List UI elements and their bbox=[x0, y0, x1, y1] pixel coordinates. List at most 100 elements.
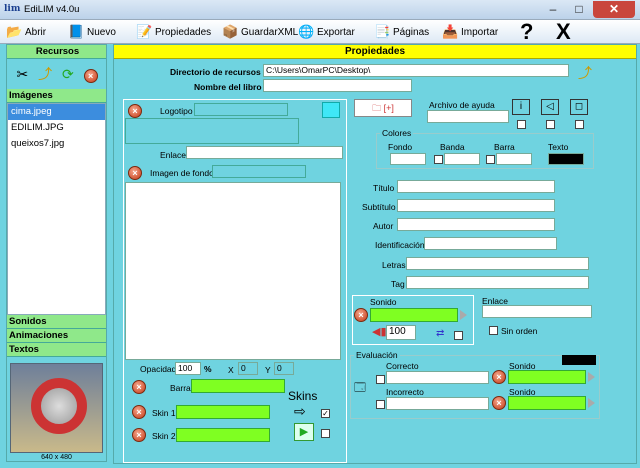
sound-play-icon[interactable] bbox=[460, 310, 467, 320]
incorrect-sound-remove-button[interactable]: × bbox=[492, 396, 506, 410]
arrow-right-icon[interactable]: ⇨ bbox=[294, 403, 306, 420]
speaker-icon[interactable]: ◁ bbox=[541, 99, 559, 115]
logo-preview-area bbox=[125, 118, 299, 144]
correct-sound-play-icon[interactable] bbox=[588, 372, 595, 382]
correct-checkbox[interactable] bbox=[376, 375, 385, 384]
help-icon[interactable]: ? bbox=[520, 20, 533, 44]
book-name-input[interactable] bbox=[263, 79, 412, 92]
sounds-header[interactable]: Sonidos bbox=[7, 315, 106, 329]
letters-input[interactable] bbox=[406, 257, 589, 270]
animations-header[interactable]: Animaciones bbox=[7, 329, 106, 343]
barra-color-swatch[interactable] bbox=[496, 153, 532, 165]
toolbar-open-label: Abrir bbox=[25, 26, 47, 38]
skin1-checkbox[interactable]: ✓ bbox=[321, 409, 330, 418]
link-label: Enlace bbox=[160, 150, 186, 160]
incorrect-input[interactable] bbox=[386, 397, 489, 410]
folder-arrow-icon[interactable]: ⤴ bbox=[36, 64, 54, 84]
list-item[interactable]: queixos7.jpg bbox=[8, 136, 105, 152]
delete-icon[interactable]: × bbox=[82, 66, 100, 83]
toolbar-open-button[interactable]: 📂 Abrir bbox=[6, 23, 46, 41]
toolbar-pages-button[interactable]: 📑 Páginas bbox=[374, 23, 429, 41]
add-help-button[interactable]: 🗀 [+] bbox=[354, 99, 412, 117]
subtitle-input[interactable] bbox=[397, 199, 555, 212]
skin1-remove-button[interactable]: × bbox=[132, 405, 146, 419]
toolbar-properties-button[interactable]: 📝 Propiedades bbox=[136, 23, 211, 41]
refresh-icon[interactable]: ⟳ bbox=[59, 66, 77, 83]
resources-panel: Recursos ✂ ⤴ ⟳ × Imágenes cima.jpeg EDIL… bbox=[6, 44, 107, 462]
correct-input[interactable] bbox=[386, 371, 489, 384]
fondo-color-swatch[interactable] bbox=[390, 153, 426, 165]
toolbar-export-button[interactable]: 🌐 Exportar bbox=[298, 23, 355, 41]
info-icon[interactable]: i bbox=[512, 99, 530, 115]
window-checkbox[interactable] bbox=[575, 120, 584, 129]
incorrect-sound-input[interactable] bbox=[508, 396, 586, 410]
title-label: Título bbox=[373, 183, 395, 193]
bar-remove-button[interactable]: × bbox=[132, 380, 146, 394]
export-icon: 🌐 bbox=[298, 24, 315, 39]
list-item[interactable]: EDILIM.JPG bbox=[8, 120, 105, 136]
banda-checkbox[interactable] bbox=[434, 155, 443, 164]
logo-label: Logotipo bbox=[160, 106, 193, 116]
toolbar-savexml-button[interactable]: 📦 GuardarXML bbox=[222, 23, 298, 41]
barra-checkbox[interactable] bbox=[486, 155, 495, 164]
bar-input[interactable] bbox=[191, 379, 285, 393]
maximize-button[interactable]: □ bbox=[566, 1, 592, 18]
minimize-button[interactable]: – bbox=[540, 1, 566, 18]
speaker-checkbox[interactable] bbox=[546, 120, 555, 129]
no-order-checkbox[interactable] bbox=[489, 326, 498, 335]
title-bar: lim EdiLIM v4.0u – □ ✕ bbox=[0, 0, 640, 20]
link-input[interactable] bbox=[186, 146, 343, 159]
toolbar-properties-label: Propiedades bbox=[155, 26, 212, 38]
skin1-input[interactable] bbox=[176, 405, 270, 419]
images-header[interactable]: Imágenes bbox=[7, 89, 106, 103]
colors-label: Colores bbox=[380, 128, 414, 138]
window-icon[interactable]: ◻ bbox=[570, 99, 588, 115]
sound-remove-button[interactable]: × bbox=[354, 308, 368, 322]
texto-color-swatch[interactable] bbox=[548, 153, 584, 165]
loop-icon[interactable]: ⇄ bbox=[436, 328, 444, 339]
logo-remove-button[interactable]: × bbox=[128, 104, 142, 118]
help-file-input[interactable] bbox=[427, 110, 509, 123]
title-input[interactable] bbox=[397, 180, 555, 193]
eval-color-swatch[interactable] bbox=[562, 355, 596, 365]
tools-icon[interactable]: ✂ bbox=[13, 66, 31, 83]
close-book-icon[interactable]: X bbox=[556, 20, 571, 44]
incorrect-checkbox[interactable] bbox=[376, 400, 385, 409]
volume-input[interactable]: 100 bbox=[386, 325, 416, 340]
skin2-remove-button[interactable]: × bbox=[132, 428, 146, 442]
skins-label: Skins bbox=[288, 389, 318, 403]
browse-folder-icon[interactable]: ⤴ bbox=[578, 63, 592, 83]
identification-input[interactable] bbox=[424, 237, 557, 250]
fondo-label: Fondo bbox=[388, 142, 413, 152]
properties-header: Propiedades bbox=[114, 45, 636, 59]
opacity-input[interactable]: 100 bbox=[175, 362, 201, 375]
info-checkbox[interactable] bbox=[517, 120, 526, 129]
list-item[interactable]: cima.jpeg bbox=[8, 104, 105, 120]
x-input[interactable]: 0 bbox=[238, 362, 258, 375]
correct-sound-remove-button[interactable]: × bbox=[492, 370, 506, 384]
background-remove-button[interactable]: × bbox=[128, 166, 142, 180]
logo-color-swatch[interactable] bbox=[322, 102, 340, 118]
background-image-input[interactable] bbox=[212, 165, 306, 178]
texts-header[interactable]: Textos bbox=[7, 343, 106, 357]
resource-dir-input[interactable]: C:\Users\OmarPC\Desktop\ bbox=[263, 64, 569, 77]
banda-color-swatch[interactable] bbox=[444, 153, 480, 165]
incorrect-sound-play-icon[interactable] bbox=[588, 398, 595, 408]
sound-input[interactable] bbox=[370, 308, 458, 322]
skin2-checkbox[interactable] bbox=[321, 429, 330, 438]
window-close-button[interactable]: ✕ bbox=[593, 1, 635, 18]
toolbar-import-button[interactable]: 📥 Importar bbox=[442, 23, 498, 41]
resource-tools: ✂ ⤴ ⟳ × bbox=[7, 59, 106, 89]
tag-label: Tag bbox=[391, 279, 405, 289]
tag-input[interactable] bbox=[406, 276, 589, 289]
logo-input[interactable] bbox=[194, 103, 288, 116]
correct-sound-input[interactable] bbox=[508, 370, 586, 384]
link2-input[interactable] bbox=[482, 305, 592, 318]
toolbar-new-button[interactable]: 📘 Nuevo bbox=[68, 23, 116, 41]
loop-checkbox[interactable] bbox=[454, 331, 463, 340]
play-icon[interactable]: ▶ bbox=[294, 423, 314, 441]
skin2-input[interactable] bbox=[176, 428, 270, 442]
y-input[interactable]: 0 bbox=[274, 362, 294, 375]
banda-label: Banda bbox=[440, 142, 465, 152]
author-input[interactable] bbox=[397, 218, 555, 231]
